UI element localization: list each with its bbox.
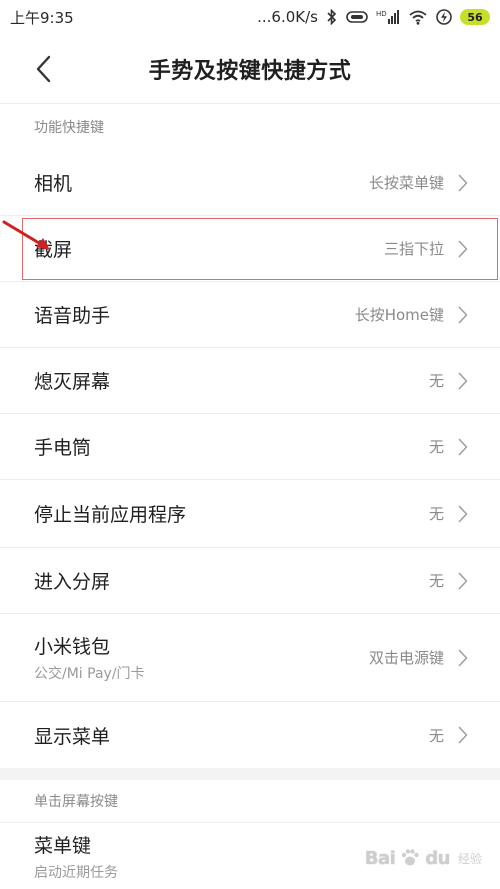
record-icon	[346, 10, 368, 24]
setting-item-stop-app[interactable]: 停止当前应用程序 无	[0, 480, 500, 548]
setting-item-screen-off[interactable]: 熄灭屏幕 无	[0, 348, 500, 414]
paw-icon	[402, 849, 419, 866]
setting-item-label: 截屏	[34, 239, 73, 261]
setting-item-value: 无	[428, 572, 444, 590]
setting-item-screenshot[interactable]: 截屏 三指下拉	[0, 216, 500, 282]
section-header-function-shortcuts: 功能快捷键	[34, 120, 104, 136]
chevron-right-icon	[456, 437, 470, 457]
setting-item-value: 无	[428, 438, 444, 456]
chevron-right-icon	[456, 239, 470, 259]
setting-item-value: 无	[428, 372, 444, 390]
back-chevron-icon	[36, 55, 51, 83]
network-speed: ...6.0K/s	[257, 8, 318, 26]
status-time: 上午9:35	[10, 8, 74, 27]
chevron-right-icon	[456, 173, 470, 193]
watermark-suffix: 经验	[457, 851, 482, 866]
setting-item-sublabel: 公交/Mi Pay/门卡	[34, 666, 145, 682]
setting-item-label: 显示菜单	[34, 725, 111, 748]
setting-item-value: 无	[428, 726, 444, 745]
battery-icon: 56	[460, 9, 490, 25]
setting-item-flashlight[interactable]: 手电筒 无	[0, 414, 500, 480]
setting-item-label: 菜单键	[34, 834, 92, 857]
setting-item-camera[interactable]: 相机 长按菜单键	[0, 150, 500, 216]
page-title: 手势及按键快捷方式	[148, 58, 352, 84]
setting-item-mi-wallet[interactable]: 小米钱包 公交/Mi Pay/门卡 双击电源键	[0, 614, 500, 702]
setting-item-value: 三指下拉	[383, 240, 444, 258]
section-divider	[0, 768, 500, 780]
wifi-icon	[408, 9, 428, 25]
setting-item-value: 长按菜单键	[368, 174, 444, 192]
header: 手势及按键快捷方式	[0, 34, 500, 104]
svg-text:HD: HD	[376, 10, 387, 18]
setting-item-value: 无	[428, 505, 444, 523]
setting-item-voice-assistant[interactable]: 语音助手 长按Home键	[0, 282, 500, 348]
setting-item-label: 进入分屏	[34, 571, 111, 593]
status-bar: 上午9:35 ...6.0K/s HD 56	[0, 0, 500, 34]
setting-item-split-screen[interactable]: 进入分屏 无	[0, 548, 500, 614]
chevron-right-icon	[456, 725, 470, 745]
back-button[interactable]	[28, 52, 58, 86]
watermark-text-2: du	[425, 847, 450, 869]
setting-item-value: 长按Home键	[354, 306, 444, 324]
baidu-watermark: Bai du 经验	[365, 847, 482, 869]
charging-icon	[436, 9, 452, 25]
setting-item-sublabel: 启动近期任务	[34, 864, 118, 881]
setting-item-label: 手电筒	[34, 437, 92, 459]
setting-item-value: 双击电源键	[368, 649, 444, 667]
chevron-right-icon	[456, 371, 470, 391]
setting-item-label: 停止当前应用程序	[34, 504, 187, 526]
setting-item-label: 语音助手	[34, 305, 111, 327]
setting-item-label: 熄灭屏幕	[34, 371, 111, 393]
setting-item-show-menu[interactable]: 显示菜单 无	[0, 702, 500, 768]
chevron-right-icon	[456, 571, 470, 591]
chevron-right-icon	[456, 504, 470, 524]
status-icons: ...6.0K/s HD 56	[257, 8, 490, 26]
hd-signal-icon: HD	[376, 9, 400, 25]
setting-item-label: 小米钱包	[34, 636, 111, 658]
section-header-screen-buttons: 单击屏幕按键	[34, 794, 118, 810]
setting-item-label: 相机	[34, 173, 73, 195]
bluetooth-icon	[326, 9, 338, 25]
chevron-right-icon	[456, 305, 470, 325]
watermark-text: Bai	[364, 847, 396, 869]
chevron-right-icon	[456, 648, 470, 668]
